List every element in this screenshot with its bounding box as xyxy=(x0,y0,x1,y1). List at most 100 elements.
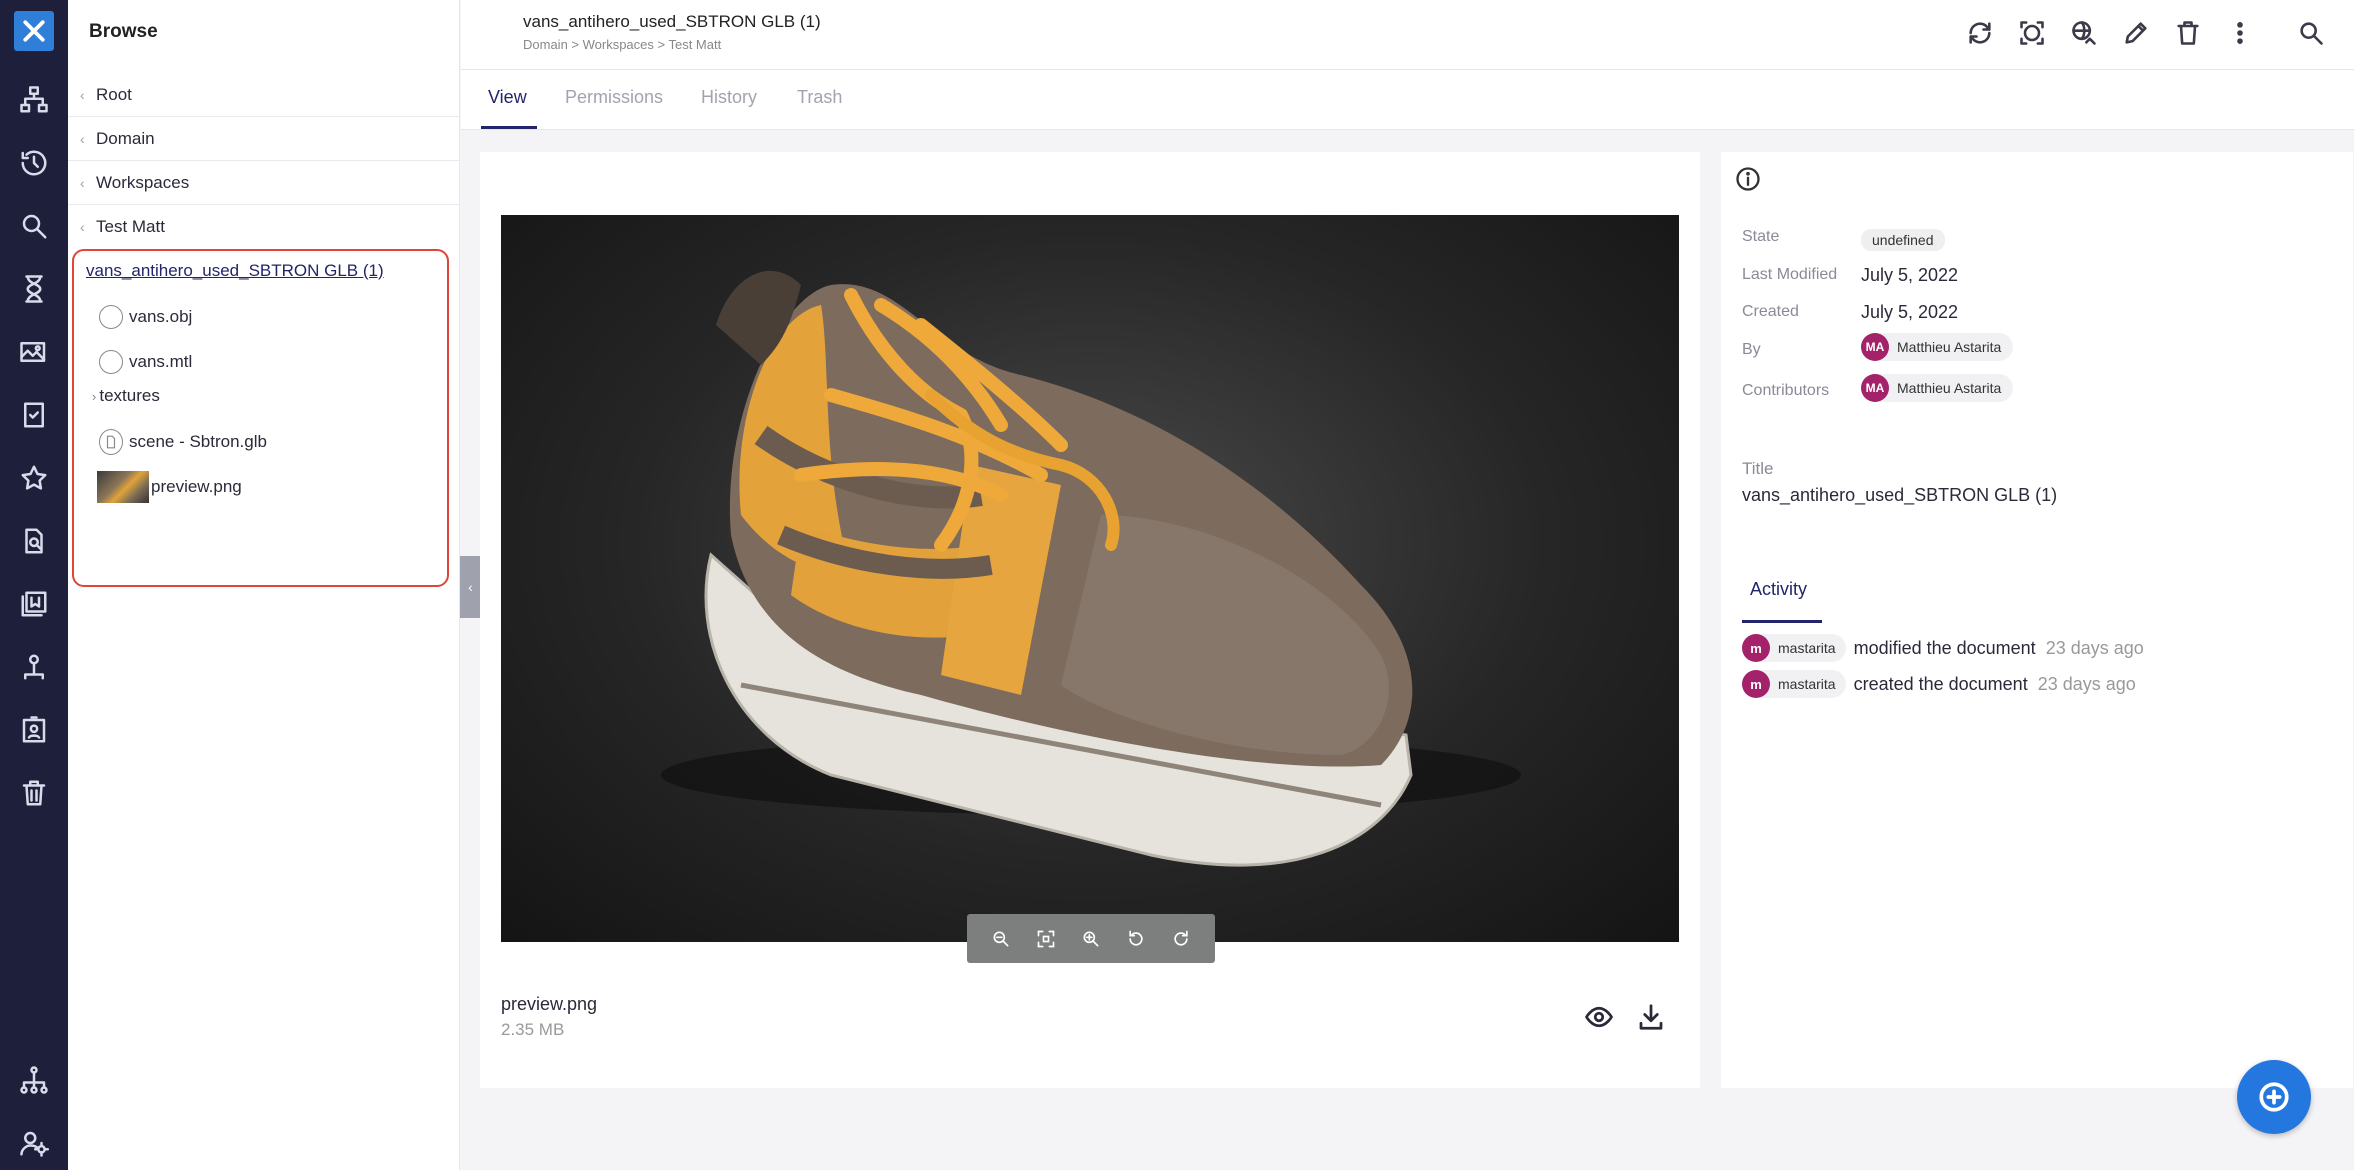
edit-icon[interactable] xyxy=(2119,16,2153,50)
browse-title: Browse xyxy=(89,21,158,42)
rotate-left-icon[interactable] xyxy=(1125,928,1147,950)
tree-item-preview-png[interactable]: preview.png xyxy=(97,471,242,503)
tree-item-label: scene - Sbtron.glb xyxy=(129,432,267,451)
avatar: MA xyxy=(1861,333,1889,361)
file-size: 2.35 MB xyxy=(501,1020,565,1039)
active-tab-indicator xyxy=(481,126,537,129)
avatar: MA xyxy=(1861,374,1889,402)
plus-circle-icon xyxy=(2259,1082,2289,1112)
tree-item-scene-glb[interactable]: scene - Sbtron.glb xyxy=(99,429,267,455)
breadcrumb-label: Test Matt xyxy=(96,217,165,236)
tab-permissions[interactable]: Permissions xyxy=(565,87,663,108)
state-label: State xyxy=(1742,228,1780,245)
chevron-left-icon: ‹ xyxy=(80,174,85,191)
title-value: vans_antihero_used_SBTRON GLB (1) xyxy=(1742,485,2058,505)
activity-user-chip[interactable]: m mastarita xyxy=(1742,634,1846,662)
focus-icon[interactable] xyxy=(2015,16,2049,50)
state-badge: undefined xyxy=(1861,229,1945,251)
chevron-left-icon: ‹ xyxy=(468,579,473,595)
author-name: Matthieu Astarita xyxy=(1897,339,2002,355)
rotate-right-icon[interactable] xyxy=(1170,928,1192,950)
tree-item-label: textures xyxy=(99,386,160,405)
breadcrumb-test-matt[interactable]: ‹ Test Matt xyxy=(68,205,460,249)
star-icon[interactable] xyxy=(17,461,51,495)
network-icon[interactable] xyxy=(17,1063,51,1097)
tab-history[interactable]: History xyxy=(701,87,757,108)
images-icon[interactable] xyxy=(17,335,51,369)
tab-trash[interactable]: Trash xyxy=(797,87,842,108)
created-label: Created xyxy=(1742,303,1799,320)
activity-time: 23 days ago xyxy=(2045,637,2144,658)
zoom-out-icon[interactable] xyxy=(990,928,1012,950)
tab-activity[interactable]: Activity xyxy=(1750,579,1807,600)
chevron-left-icon: ‹ xyxy=(80,219,85,235)
tab-view[interactable]: View xyxy=(488,87,527,108)
author-chip[interactable]: MA Matthieu Astarita xyxy=(1861,333,2014,361)
user-settings-icon[interactable] xyxy=(17,1126,51,1160)
active-tab-indicator xyxy=(1742,620,1822,623)
clipboard-check-icon[interactable] xyxy=(17,398,51,432)
document-search-icon[interactable] xyxy=(17,524,51,558)
last-modified-value: July 5, 2022 xyxy=(1861,265,1959,285)
breadcrumb-workspaces[interactable]: ‹ Workspaces xyxy=(68,161,460,205)
fit-screen-icon[interactable] xyxy=(1035,928,1057,950)
info-card: State undefined Last Modified July 5, 20… xyxy=(1721,152,2353,1088)
image-viewer[interactable] xyxy=(501,215,1679,942)
tree-item-textures[interactable]: › textures xyxy=(92,386,160,406)
sync-icon[interactable] xyxy=(1963,16,1997,50)
image-thumbnail xyxy=(97,471,149,503)
collapse-panel-handle[interactable]: ‹ xyxy=(460,556,481,618)
sneaker-image xyxy=(661,270,1521,867)
breadcrumb-label: Root xyxy=(96,84,132,104)
more-icon[interactable] xyxy=(2223,16,2257,50)
file-name: preview.png xyxy=(501,994,598,1014)
created-value: July 5, 2022 xyxy=(1861,302,1959,322)
activity-user: mastarita xyxy=(1778,676,1836,692)
library-icon[interactable] xyxy=(17,587,51,621)
chevron-left-icon: ‹ xyxy=(80,86,85,103)
tree-item-vans-obj[interactable]: vans.obj xyxy=(99,305,192,329)
chevron-left-icon: ‹ xyxy=(80,130,85,147)
app-rail xyxy=(0,0,68,1170)
breadcrumb-domain[interactable]: ‹ Domain xyxy=(68,117,460,161)
browse-panel: Browse ‹ Root ‹ Domain ‹ Workspaces ‹ Te… xyxy=(68,0,460,1170)
activity-action: modified the document xyxy=(1853,637,2036,658)
user-tree-icon[interactable] xyxy=(17,650,51,684)
eye-icon[interactable] xyxy=(1582,1000,1616,1034)
contributors-label: Contributors xyxy=(1742,382,1830,399)
avatar: m xyxy=(1742,670,1770,698)
download-icon[interactable] xyxy=(1634,1000,1668,1034)
document-title: vans_antihero_used_SBTRON GLB (1) xyxy=(523,12,821,31)
breadcrumb-root[interactable]: ‹ Root xyxy=(68,73,460,117)
hourglass-icon[interactable] xyxy=(17,272,51,306)
preview-card: preview.png 2.35 MB xyxy=(480,152,1700,1088)
tree-item-vans-mtl[interactable]: vans.mtl xyxy=(99,350,192,374)
search-icon[interactable] xyxy=(2294,16,2328,50)
badge-icon[interactable] xyxy=(17,713,51,747)
title-label: Title xyxy=(1742,459,1774,478)
activity-item: m mastarita created the document 23 days… xyxy=(1742,670,2136,698)
logo-icon[interactable] xyxy=(14,11,54,51)
activity-user: mastarita xyxy=(1778,640,1836,656)
contributor-name: Matthieu Astarita xyxy=(1897,380,2002,396)
tree-item-label: preview.png xyxy=(151,477,242,496)
folder-icon xyxy=(99,350,123,374)
activity-item: m mastarita modified the document 23 day… xyxy=(1742,634,2144,662)
activity-action: created the document xyxy=(1853,673,2028,694)
by-label: By xyxy=(1742,341,1761,358)
folder-icon xyxy=(99,305,123,329)
publish-icon[interactable] xyxy=(2067,16,2101,50)
tree-root-document[interactable]: vans_antihero_used_SBTRON GLB (1) xyxy=(86,261,384,281)
trash-icon[interactable] xyxy=(17,776,51,810)
add-button[interactable] xyxy=(2237,1060,2311,1134)
document-tabs: View Permissions History Trash xyxy=(461,70,2354,130)
tree-item-label: vans.mtl xyxy=(129,352,193,371)
info-icon[interactable] xyxy=(1734,165,1762,193)
activity-user-chip[interactable]: m mastarita xyxy=(1742,670,1846,698)
search-icon[interactable] xyxy=(17,209,51,243)
history-icon[interactable] xyxy=(17,146,51,180)
zoom-in-icon[interactable] xyxy=(1080,928,1102,950)
contributor-chip[interactable]: MA Matthieu Astarita xyxy=(1861,374,2014,402)
delete-icon[interactable] xyxy=(2171,16,2205,50)
hierarchy-icon[interactable] xyxy=(17,83,51,117)
